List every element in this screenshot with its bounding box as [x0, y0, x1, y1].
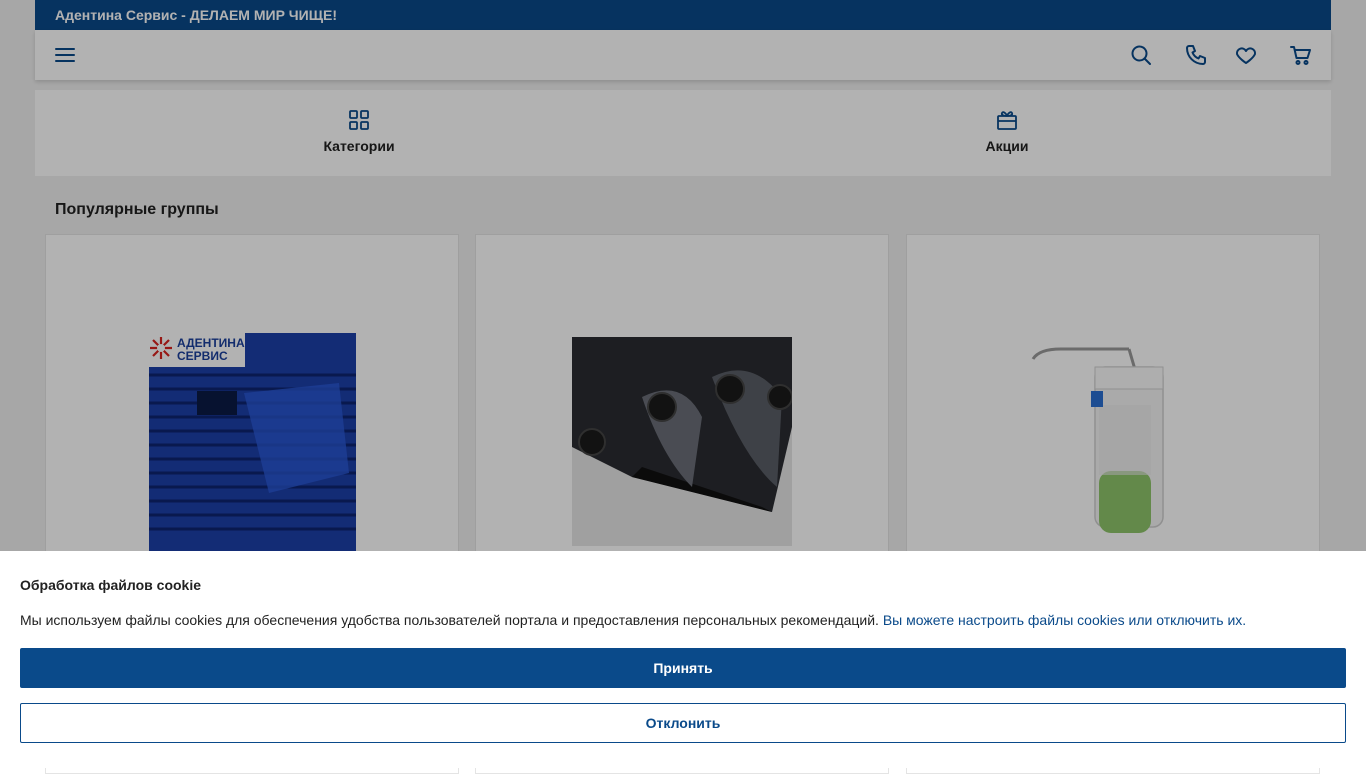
decline-button[interactable]: Отклонить	[20, 703, 1346, 743]
accept-button[interactable]: Принять	[20, 648, 1346, 688]
cookie-description: Мы используем файлы cookies для обеспече…	[20, 612, 879, 628]
cookie-settings-link[interactable]: Вы можете настроить файлы cookies или от…	[883, 612, 1246, 628]
cookie-banner: Обработка файлов cookie Мы используем фа…	[0, 551, 1366, 768]
cookie-text: Мы используем файлы cookies для обеспече…	[20, 612, 1246, 628]
cookie-title: Обработка файлов cookie	[20, 577, 202, 593]
